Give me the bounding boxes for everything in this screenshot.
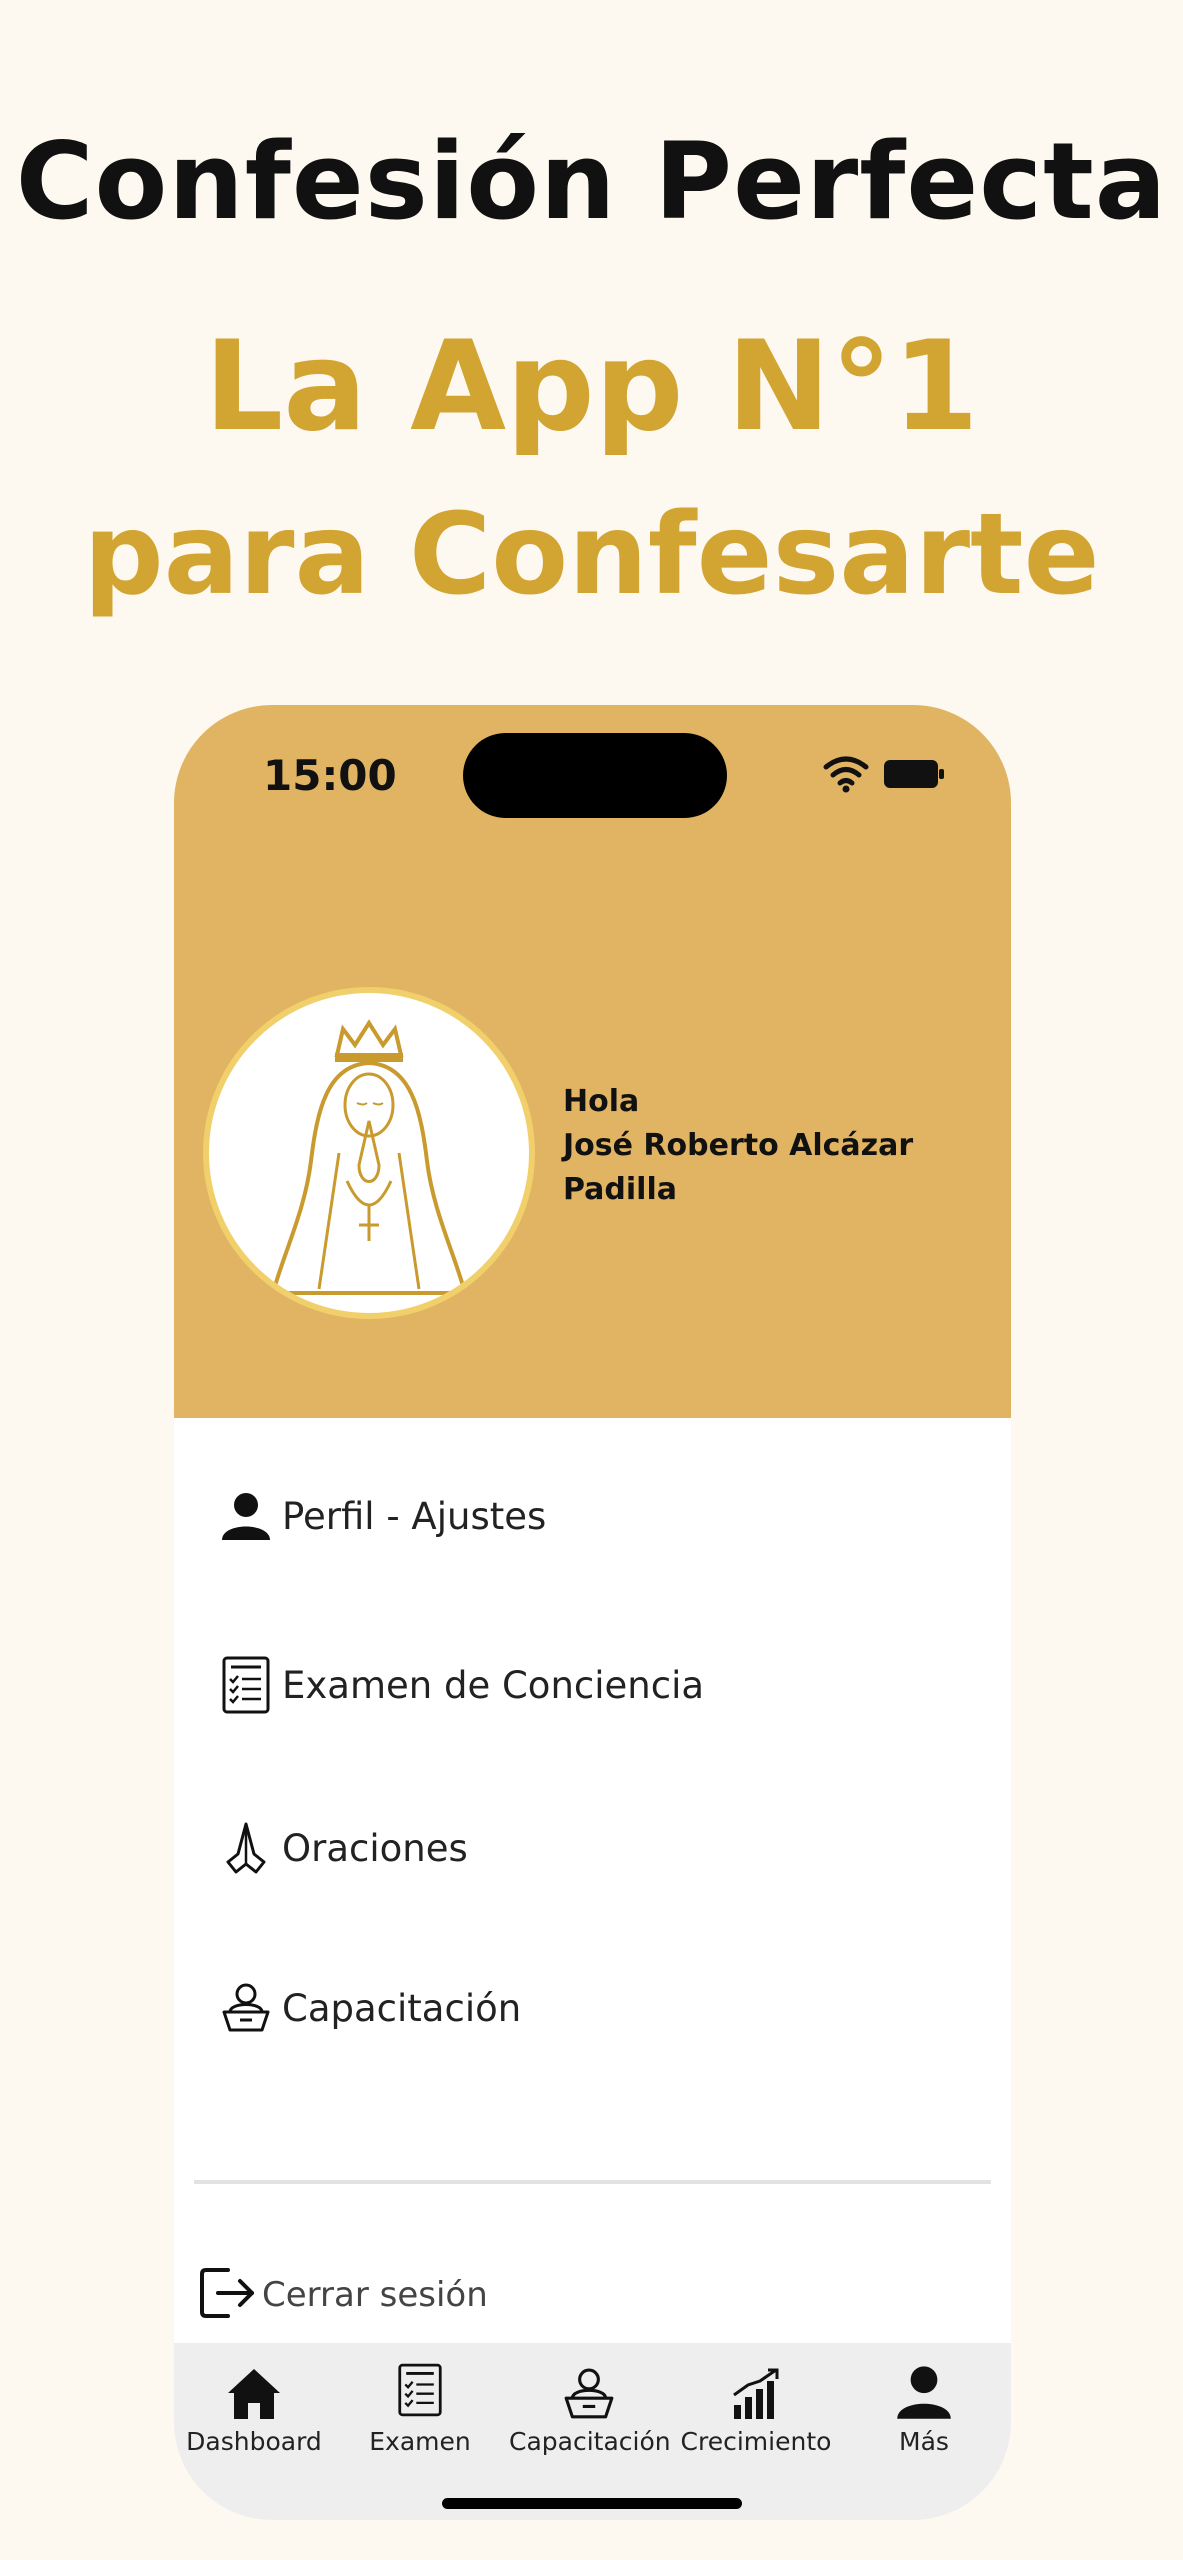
menu-item-label: Capacitación bbox=[282, 1986, 522, 2030]
growth-chart-icon bbox=[676, 2351, 836, 2421]
logout-label: Cerrar sesión bbox=[262, 2275, 488, 2315]
promo-tagline-line1: La App N°1 bbox=[204, 315, 979, 459]
menu-item-profile-settings[interactable]: Perfil - Ajustes bbox=[218, 1481, 546, 1551]
tab-training[interactable]: Capacitación bbox=[509, 2343, 671, 2456]
home-indicator[interactable] bbox=[442, 2498, 742, 2509]
logout-icon bbox=[198, 2264, 256, 2326]
person-icon bbox=[218, 1485, 274, 1547]
bottom-tab-bar: Dashboard Examen Capacitación Crecimient… bbox=[174, 2343, 1011, 2520]
dynamic-island bbox=[463, 733, 727, 818]
tab-label: Dashboard bbox=[186, 2427, 322, 2456]
menu-item-label: Oraciones bbox=[282, 1826, 468, 1870]
virgin-mary-icon bbox=[270, 1019, 468, 1295]
tab-label: Examen bbox=[369, 2427, 471, 2456]
promo-tagline-line2: para Confesarte bbox=[83, 490, 1100, 620]
menu-item-label: Examen de Conciencia bbox=[282, 1663, 705, 1707]
promo-title: Confesión Perfecta bbox=[15, 120, 1168, 243]
menu-divider bbox=[194, 2180, 991, 2184]
tab-label: Capacitación bbox=[509, 2427, 671, 2456]
status-time: 15:00 bbox=[263, 751, 397, 800]
tab-examination[interactable]: Examen bbox=[340, 2343, 500, 2456]
checklist-icon bbox=[218, 1654, 274, 1716]
greeting-hello: Hola bbox=[563, 1084, 640, 1119]
menu-item-examination[interactable]: Examen de Conciencia bbox=[218, 1650, 704, 1720]
profile-header: 15:00 Hola José Roberto Alcázar Padilla bbox=[174, 705, 1011, 1418]
tab-label: Más bbox=[899, 2427, 949, 2456]
home-icon bbox=[174, 2351, 334, 2421]
checklist-icon bbox=[340, 2351, 500, 2421]
menu-item-label: Perfil - Ajustes bbox=[282, 1494, 547, 1538]
tab-label: Crecimiento bbox=[680, 2427, 832, 2456]
greeting-block: Hola José Roberto Alcázar Padilla bbox=[563, 1080, 1011, 1212]
tab-more[interactable]: Más bbox=[844, 2343, 1004, 2456]
wifi-icon bbox=[823, 756, 869, 793]
menu-item-prayers[interactable]: Oraciones bbox=[218, 1813, 468, 1883]
person-icon bbox=[844, 2351, 1004, 2421]
praying-hands-icon bbox=[218, 1817, 274, 1879]
phone-mockup: 15:00 Hola José Roberto Alcázar Padilla … bbox=[174, 705, 1011, 2520]
avatar[interactable] bbox=[203, 987, 535, 1319]
menu-item-training[interactable]: Capacitación bbox=[218, 1973, 521, 2043]
logout-button[interactable]: Cerrar sesión bbox=[198, 2260, 488, 2330]
teacher-icon bbox=[509, 2351, 669, 2421]
tab-dashboard[interactable]: Dashboard bbox=[174, 2343, 334, 2456]
battery-icon bbox=[884, 760, 944, 788]
teacher-icon bbox=[218, 1977, 274, 2039]
user-name: José Roberto Alcázar Padilla bbox=[563, 1128, 914, 1207]
tab-growth[interactable]: Crecimiento bbox=[676, 2343, 836, 2456]
